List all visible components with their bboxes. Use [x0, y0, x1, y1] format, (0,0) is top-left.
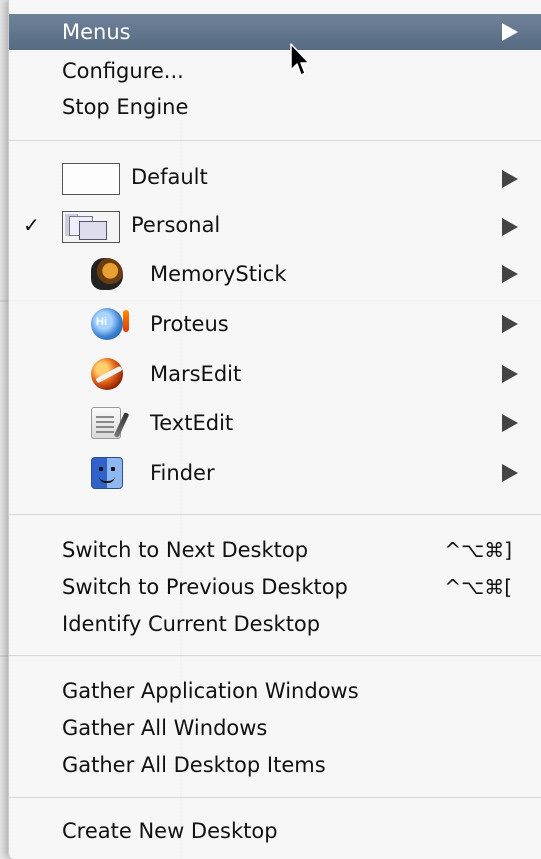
memorystick-icon: [91, 258, 123, 290]
menu-item-app-marsedit[interactable]: MarsEdit: [9, 356, 541, 392]
menu-item-desktop-personal[interactable]: ✓ Personal: [9, 206, 541, 248]
menu-item-label: Personal: [131, 213, 221, 237]
menu-item-label: Default: [131, 165, 208, 189]
menu-item-switch-previous-desktop[interactable]: Switch to Previous Desktop ^⌥⌘[: [9, 569, 541, 605]
submenu-arrow-icon: [502, 23, 518, 41]
menu-item-label: Create New Desktop: [62, 819, 278, 843]
menu-item-label: Switch to Previous Desktop: [62, 575, 348, 599]
submenu-arrow-icon: [502, 170, 518, 188]
submenu-arrow-icon: [502, 315, 518, 333]
menu-item-label: Configure...: [62, 59, 184, 83]
checkmark-icon: ✓: [23, 213, 40, 237]
menu-item-label: Gather All Desktop Items: [62, 753, 326, 777]
menu-item-label: MemoryStick: [150, 262, 287, 286]
mouse-cursor-icon: [290, 43, 309, 76]
menu-item-label: Stop Engine: [62, 95, 189, 119]
submenu-arrow-icon: [502, 265, 518, 283]
menu-item-create-new-desktop[interactable]: Create New Desktop: [9, 813, 541, 849]
menu-separator: [9, 514, 541, 515]
menu-item-gather-all-windows[interactable]: Gather All Windows: [9, 710, 541, 746]
menu-item-stop-engine[interactable]: Stop Engine: [9, 89, 541, 125]
menu-item-label: Gather All Windows: [62, 716, 268, 740]
menu-item-app-proteus[interactable]: Hi Proteus: [9, 306, 541, 342]
menu-item-label: Identify Current Desktop: [62, 612, 321, 636]
menu-item-gather-application-windows[interactable]: Gather Application Windows: [9, 673, 541, 709]
keyboard-shortcut: ^⌥⌘]: [444, 538, 512, 562]
finder-icon: [91, 457, 123, 489]
desktop-thumbnail-icon: [62, 211, 120, 243]
menu-item-identify-current-desktop[interactable]: Identify Current Desktop: [9, 606, 541, 642]
submenu-arrow-icon: [502, 218, 518, 236]
menu-item-label: Proteus: [150, 312, 229, 336]
textedit-icon: [91, 407, 121, 439]
menu-item-label: Gather Application Windows: [62, 679, 359, 703]
menu-separator: [9, 655, 541, 656]
menu-item-app-memorystick[interactable]: MemoryStick: [9, 256, 541, 292]
menu-item-app-finder[interactable]: Finder: [9, 455, 541, 491]
submenu-arrow-icon: [502, 464, 518, 482]
desktop-thumbnail-icon: [62, 163, 120, 195]
submenu-arrow-icon: [502, 414, 518, 432]
menu-item-app-textedit[interactable]: TextEdit: [9, 405, 541, 441]
menu-item-label: TextEdit: [150, 411, 234, 435]
menu-item-switch-next-desktop[interactable]: Switch to Next Desktop ^⌥⌘]: [9, 532, 541, 568]
menu-item-label: MarsEdit: [150, 362, 242, 386]
marsedit-icon: [91, 358, 123, 390]
proteus-icon: Hi: [91, 308, 129, 340]
keyboard-shortcut: ^⌥⌘[: [444, 575, 512, 599]
menu-separator: [9, 797, 541, 798]
submenu-arrow-icon: [502, 365, 518, 383]
menu-item-label: Switch to Next Desktop: [62, 538, 309, 562]
menu-item-label: Finder: [150, 461, 215, 485]
menu-item-menus[interactable]: Menus: [9, 14, 541, 50]
menu-item-label: Menus: [62, 20, 131, 44]
context-menu: Menus Configure... Stop Engine Default ✓…: [8, 0, 541, 859]
menu-item-desktop-default[interactable]: Default: [9, 158, 541, 200]
menu-separator: [9, 140, 541, 141]
menu-item-configure[interactable]: Configure...: [9, 53, 541, 89]
menu-item-gather-all-desktop-items[interactable]: Gather All Desktop Items: [9, 747, 541, 783]
